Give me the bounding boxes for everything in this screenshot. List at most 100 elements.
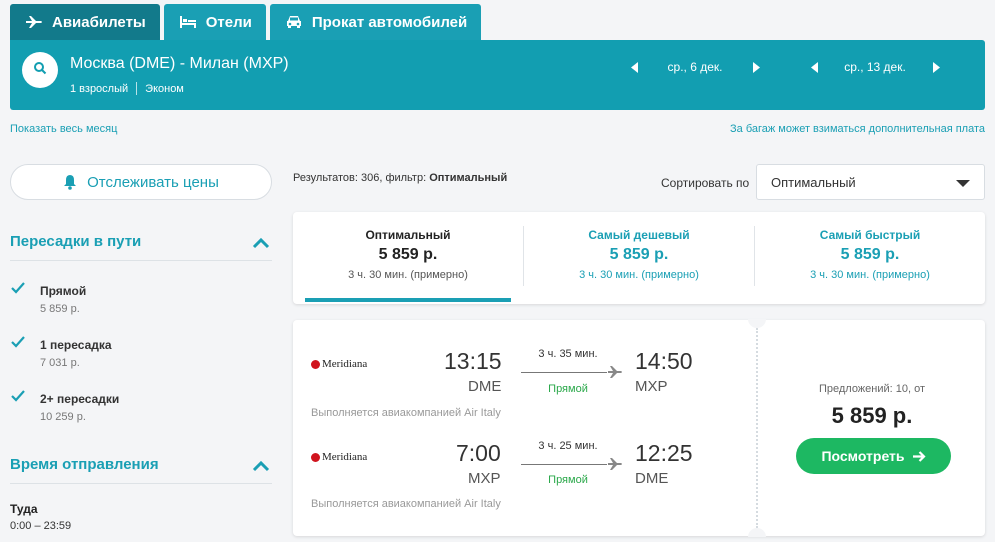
sort-tabs: Оптимальный 5 859 р. 3 ч. 30 мин. (приме… xyxy=(293,212,985,304)
sort-tab-title: Самый дешевый xyxy=(588,228,690,242)
time-range: 0:00 – 23:59 xyxy=(10,520,72,532)
stop-filter-price: 10 259 р. xyxy=(40,411,86,423)
stops-filter-title[interactable]: Пересадки в пути xyxy=(10,233,141,250)
arrow-right-icon xyxy=(912,450,926,462)
tab-flights[interactable]: Авиабилеты xyxy=(10,4,160,40)
bed-icon xyxy=(178,14,198,30)
departure-time: 13:15 xyxy=(444,348,502,374)
sort-tab-cheapest[interactable]: Самый дешевый 5 859 р. 3 ч. 30 мин. (при… xyxy=(524,212,754,304)
tab-hotels[interactable]: Отели xyxy=(163,4,266,40)
show-month-link[interactable]: Показать весь месяц xyxy=(10,123,117,135)
next-return-date-button[interactable] xyxy=(930,60,942,74)
sort-tab-title: Самый быстрый xyxy=(819,228,921,242)
sort-tab-price: 5 859 р. xyxy=(609,246,669,263)
plane-icon xyxy=(24,14,44,30)
airline-logo-icon xyxy=(311,359,320,369)
stop-filter-price: 7 031 р. xyxy=(40,357,80,369)
airline-logo: Meridiana xyxy=(311,451,367,463)
view-offer-label: Посмотреть xyxy=(821,448,905,464)
sort-tab-price: 5 859 р. xyxy=(378,246,438,263)
search-icon xyxy=(33,61,47,80)
sort-tab-duration: 3 ч. 30 мин. (примерно) xyxy=(348,269,468,281)
chevron-up-icon[interactable] xyxy=(252,237,270,249)
flight-type: Прямой xyxy=(548,383,588,395)
arrival-airport: MXP xyxy=(635,378,668,395)
bell-icon xyxy=(63,174,77,190)
sort-tab-optimal[interactable]: Оптимальный 5 859 р. 3 ч. 30 мин. (приме… xyxy=(293,212,523,304)
stop-filter-label: 2+ пересадки xyxy=(40,392,120,406)
chevron-left-icon xyxy=(630,61,638,73)
airline-logo-icon xyxy=(311,452,320,462)
tab-car-rental[interactable]: Прокат автомобилей xyxy=(269,4,482,40)
results-count: Результатов: 306, фильтр: xyxy=(293,172,427,184)
sort-select[interactable]: Оптимальный xyxy=(756,164,985,200)
sort-tab-duration: 3 ч. 30 мин. (примерно) xyxy=(579,269,699,281)
offers-count: Предложений: 10, от xyxy=(818,383,926,395)
flight-duration: 3 ч. 35 мин. xyxy=(538,348,598,360)
flight-duration: 3 ч. 25 мин. xyxy=(538,440,598,452)
depart-date-picker: ср., 6 дек. xyxy=(628,60,762,74)
sort-tab-duration: 3 ч. 30 мин. (примерно) xyxy=(810,269,930,281)
departure-time: 7:00 xyxy=(456,440,501,466)
arrival-airport: DME xyxy=(635,470,669,487)
car-icon xyxy=(284,14,304,30)
checkmark-icon[interactable] xyxy=(10,280,26,296)
arrival-time: 14:50 xyxy=(635,348,693,374)
flight-type: Прямой xyxy=(548,474,588,486)
chevron-right-icon xyxy=(932,61,940,73)
plane-icon xyxy=(608,458,622,470)
return-date[interactable]: ср., 13 дек. xyxy=(820,60,930,74)
plane-icon xyxy=(608,366,622,378)
view-offer-button[interactable]: Посмотреть xyxy=(796,438,951,474)
prev-return-date-button[interactable] xyxy=(808,60,820,74)
search-button[interactable] xyxy=(22,52,58,88)
next-depart-date-button[interactable] xyxy=(750,60,762,74)
depart-date[interactable]: ср., 6 дек. xyxy=(640,60,750,74)
divider xyxy=(10,483,272,484)
flight-price: 5 859 р. xyxy=(831,403,913,428)
departure-airport: MXP xyxy=(468,470,501,487)
direction-label: Туда xyxy=(10,502,38,516)
results-summary: Результатов: 306, фильтр: Оптимальный xyxy=(293,172,507,184)
sort-tab-title: Оптимальный xyxy=(365,228,451,242)
stop-filter-price: 5 859 р. xyxy=(40,303,80,315)
ticket-notch xyxy=(748,528,766,537)
tab-label: Авиабилеты xyxy=(52,13,146,31)
sort-tab-price: 5 859 р. xyxy=(840,246,900,263)
cabin-class: Эконом xyxy=(145,82,184,95)
departure-airport: DME xyxy=(468,378,502,395)
track-prices-button[interactable]: Отслеживать цены xyxy=(10,164,272,200)
tab-label: Прокат автомобилей xyxy=(311,13,468,31)
tab-label: Отели xyxy=(205,13,252,31)
route-line xyxy=(521,372,607,373)
baggage-note-link[interactable]: За багаж может взиматься дополнительная … xyxy=(730,123,985,135)
return-date-picker: ср., 13 дек. xyxy=(808,60,942,74)
chevron-left-icon xyxy=(810,61,818,73)
departure-time-title[interactable]: Время отправления xyxy=(10,456,159,473)
flight-segment-return: Meridiana 7:00 MXP 3 ч. 25 мин. Прямой 1… xyxy=(293,431,753,521)
track-prices-label: Отслеживать цены xyxy=(87,173,219,191)
sort-tab-fastest[interactable]: Самый быстрый 5 859 р. 3 ч. 30 мин. (при… xyxy=(755,212,985,304)
stop-filter-label: 1 пересадка xyxy=(40,338,112,352)
chevron-up-icon[interactable] xyxy=(252,460,270,472)
checkmark-icon[interactable] xyxy=(10,388,26,404)
results-filter: Оптимальный xyxy=(429,172,508,184)
flight-result-card[interactable]: Meridiana 13:15 DME 3 ч. 35 мин. Прямой … xyxy=(293,319,985,537)
caret-down-icon xyxy=(956,180,970,187)
active-tab-indicator xyxy=(305,298,511,302)
operated-by: Выполняется авиакомпанией Air Italy xyxy=(311,498,501,510)
ticket-notch xyxy=(748,319,766,328)
divider xyxy=(10,260,272,261)
sort-selected: Оптимальный xyxy=(771,174,856,190)
divider xyxy=(136,82,138,95)
operated-by: Выполняется авиакомпанией Air Italy xyxy=(311,407,501,419)
product-tabs: Авиабилеты Отели Прокат автомобилей xyxy=(10,4,482,40)
checkmark-icon[interactable] xyxy=(10,334,26,350)
search-summary: Москва (DME) - Милан (MXP) 1 взрослый Эк… xyxy=(10,40,985,110)
search-details[interactable]: 1 взрослый Эконом xyxy=(70,82,184,95)
route-title[interactable]: Москва (DME) - Милан (MXP) xyxy=(70,55,289,73)
flight-segment-outbound: Meridiana 13:15 DME 3 ч. 35 мин. Прямой … xyxy=(293,340,753,430)
arrival-time: 12:25 xyxy=(635,440,693,466)
stop-filter-label: Прямой xyxy=(40,284,87,298)
prev-depart-date-button[interactable] xyxy=(628,60,640,74)
